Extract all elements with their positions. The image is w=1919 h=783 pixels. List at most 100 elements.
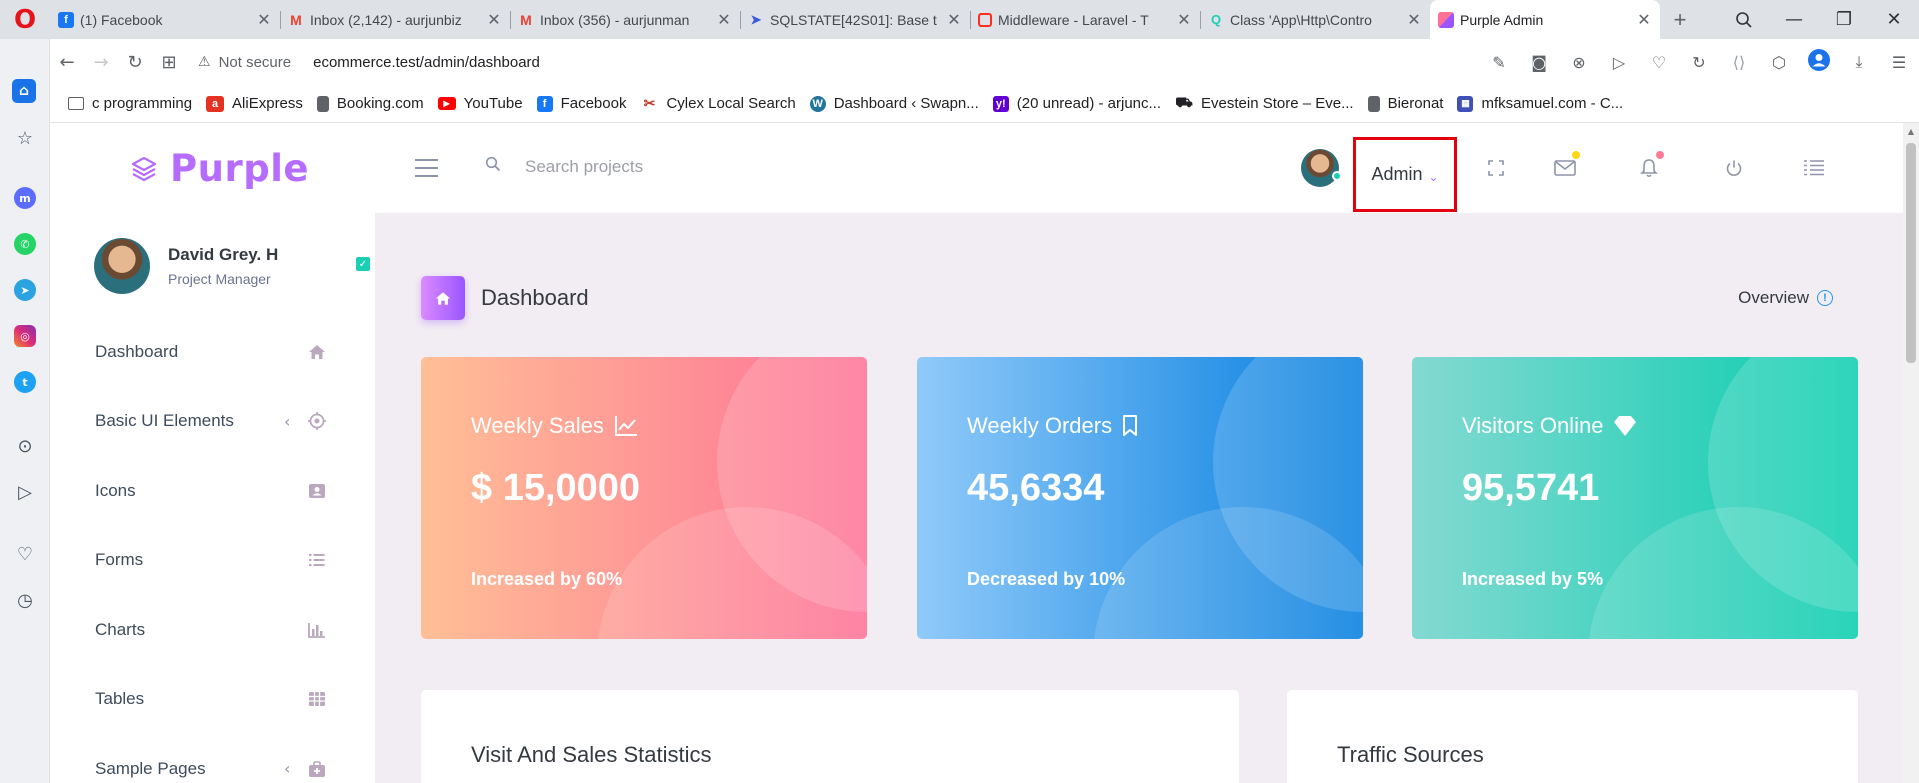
bookmark-item[interactable]: W Dashboard ‹ Swapn... <box>809 95 979 112</box>
fullscreen-icon[interactable] <box>1483 155 1509 181</box>
gmail-icon: M <box>290 11 302 28</box>
bookmark-item[interactable]: ▶ YouTube <box>437 95 523 112</box>
restore-icon[interactable]: ❐ <box>1819 0 1869 39</box>
back-icon[interactable]: ← <box>50 52 84 73</box>
search-tabs-icon[interactable] <box>1719 0 1769 39</box>
sidebar-item-charts[interactable]: Charts <box>50 595 375 665</box>
tabs-grid-icon[interactable]: ⊞ <box>152 52 186 73</box>
close-icon[interactable]: ✕ <box>1176 10 1192 30</box>
tab-title: Middleware - Laravel - T <box>998 11 1149 28</box>
stat-card-weekly-orders[interactable]: Weekly Orders 45,6334 Decreased by 10% <box>917 357 1363 639</box>
user-dropdown[interactable]: Admin ⌄ <box>1353 137 1457 212</box>
sidebar-item-forms[interactable]: Forms <box>50 526 375 596</box>
sidebar-item-sample-pages[interactable]: Sample Pages ‹ <box>50 734 375 783</box>
sidebar-item-tables[interactable]: Tables <box>50 665 375 735</box>
history-icon[interactable]: ◷ <box>12 587 38 613</box>
share-icon[interactable]: ▷ <box>1599 53 1639 72</box>
heart-icon[interactable]: ♡ <box>1639 53 1679 72</box>
browser-tab-active[interactable]: Purple Admin ✕ <box>1430 0 1660 39</box>
sidebar-item-dashboard[interactable]: Dashboard <box>50 317 375 387</box>
close-icon[interactable]: ✕ <box>256 10 272 30</box>
telegram-icon[interactable]: ➤ <box>14 279 36 301</box>
url-field[interactable]: ecommerce.test/admin/dashboard <box>313 54 540 71</box>
youtube-icon: ▶ <box>437 97 456 110</box>
bookmark-item[interactable]: a AliExpress <box>206 95 303 112</box>
close-icon[interactable]: ✕ <box>716 10 732 30</box>
new-tab-button[interactable]: + <box>1660 0 1700 39</box>
home-icon <box>421 276 465 320</box>
player-icon[interactable]: ⊙ <box>12 433 38 459</box>
code-icon[interactable]: ⟨⟩ <box>1719 53 1759 72</box>
sidebar-item-icons[interactable]: Icons <box>50 456 375 526</box>
browser-tab[interactable]: Q Class 'App\Http\Contro ✕ <box>1200 0 1430 39</box>
bookmark-item[interactable]: Booking.com <box>316 95 424 112</box>
profile-name: David Grey. H <box>168 245 279 264</box>
bookmark-item[interactable]: ✂ Cylex Local Search <box>640 95 796 112</box>
sidebar-item-basic-ui[interactable]: Basic UI Elements ‹ <box>50 387 375 457</box>
whatsapp-icon[interactable]: ✆ <box>14 233 36 255</box>
profile-icon[interactable] <box>1799 49 1839 75</box>
page-scrollbar[interactable]: ▲ <box>1903 123 1919 783</box>
minimize-icon[interactable]: — <box>1769 0 1819 39</box>
close-window-icon[interactable]: ✕ <box>1869 0 1919 39</box>
bookmark-icon <box>1122 415 1138 437</box>
heart-icon[interactable]: ♡ <box>12 541 38 567</box>
bookmark-item[interactable]: y! (20 unread) - arjunc... <box>992 95 1161 112</box>
hamburger-menu-icon[interactable] <box>415 159 438 177</box>
brand-logo[interactable]: Purple <box>130 147 309 190</box>
close-icon[interactable]: ✕ <box>1636 10 1652 30</box>
download-icon[interactable]: ⤓ <box>1839 52 1879 72</box>
home-icon <box>306 341 328 363</box>
search-input[interactable] <box>525 150 825 184</box>
format-list-icon <box>306 549 328 571</box>
stat-card-visitors-online[interactable]: Visitors Online 95,5741 Increased by 5% <box>1412 357 1858 639</box>
menu-icon[interactable]: ☰ <box>1879 53 1919 72</box>
stat-card-weekly-sales[interactable]: Weekly Sales $ 15,0000 Increased by 60% <box>421 357 867 639</box>
twitter-icon[interactable]: t <box>14 371 36 393</box>
browser-tab[interactable]: M Inbox (2,142) - aurjunbiz ✕ <box>280 0 510 39</box>
bookmark-item[interactable]: f Facebook <box>536 95 626 112</box>
bookmark-item[interactable]: ▦ mfksamuel.com - C... <box>1457 95 1623 112</box>
send-icon[interactable]: ▷ <box>12 479 38 505</box>
bookmark-item[interactable]: Bieronat <box>1367 95 1443 112</box>
chart-line-icon <box>614 415 638 437</box>
sync-icon[interactable]: ↻ <box>1679 53 1719 72</box>
overview-link[interactable]: Overview ! <box>1738 288 1833 308</box>
scroll-up-icon[interactable]: ▲ <box>1903 123 1919 139</box>
avatar[interactable] <box>1301 149 1342 187</box>
power-icon[interactable] <box>1721 155 1747 181</box>
close-icon[interactable]: ✕ <box>1406 10 1422 30</box>
window-controls: — ❐ ✕ <box>1719 0 1919 39</box>
close-icon[interactable]: ✕ <box>946 10 962 30</box>
cube-icon[interactable]: ⬡ <box>1759 53 1799 72</box>
messenger-icon[interactable]: m <box>14 187 36 209</box>
mail-icon[interactable] <box>1552 151 1580 181</box>
bookmark-item[interactable]: c programming <box>68 95 192 112</box>
page-title: Dashboard <box>481 285 589 310</box>
layers-icon <box>131 156 157 181</box>
edit-icon[interactable]: ✎ <box>1479 53 1519 72</box>
scrollbar-thumb[interactable] <box>1906 143 1916 363</box>
bookmark-label: Cylex Local Search <box>666 95 796 112</box>
camera-icon[interactable]: ◙ <box>1519 53 1559 72</box>
chevron-left-icon: ‹ <box>284 759 291 779</box>
browser-tab[interactable]: ➤ SQLSTATE[42S01]: Base t ✕ <box>740 0 970 39</box>
security-indicator[interactable]: ⚠ Not secure <box>198 54 291 71</box>
bookmark-item[interactable]: ⛟ Evestein Store – Eve... <box>1175 94 1353 112</box>
opera-logo-icon[interactable]: O <box>0 0 50 39</box>
home-icon[interactable]: ⌂ <box>12 79 36 103</box>
sidebar-profile[interactable]: David Grey. H Project Manager ✓ <box>94 238 370 294</box>
bell-icon[interactable] <box>1636 151 1664 181</box>
browser-tab[interactable]: M Inbox (356) - aurjunman ✕ <box>510 0 740 39</box>
browser-tab[interactable]: Middleware - Laravel - T ✕ <box>970 0 1200 39</box>
address-bar: ← → ↻ ⊞ ⚠ Not secure ecommerce.test/admi… <box>50 39 1919 85</box>
forward-icon[interactable]: → <box>84 52 118 73</box>
reload-icon[interactable]: ↻ <box>118 52 152 73</box>
star-icon[interactable]: ☆ <box>12 125 38 151</box>
browser-tab[interactable]: f (1) Facebook ✕ <box>50 0 280 39</box>
instagram-icon[interactable]: ◎ <box>14 325 36 347</box>
block-icon[interactable]: ⊗ <box>1559 53 1599 72</box>
settings-list-icon[interactable] <box>1801 155 1827 181</box>
sidebar-item-label: Basic UI Elements <box>95 411 234 431</box>
close-icon[interactable]: ✕ <box>486 10 502 30</box>
